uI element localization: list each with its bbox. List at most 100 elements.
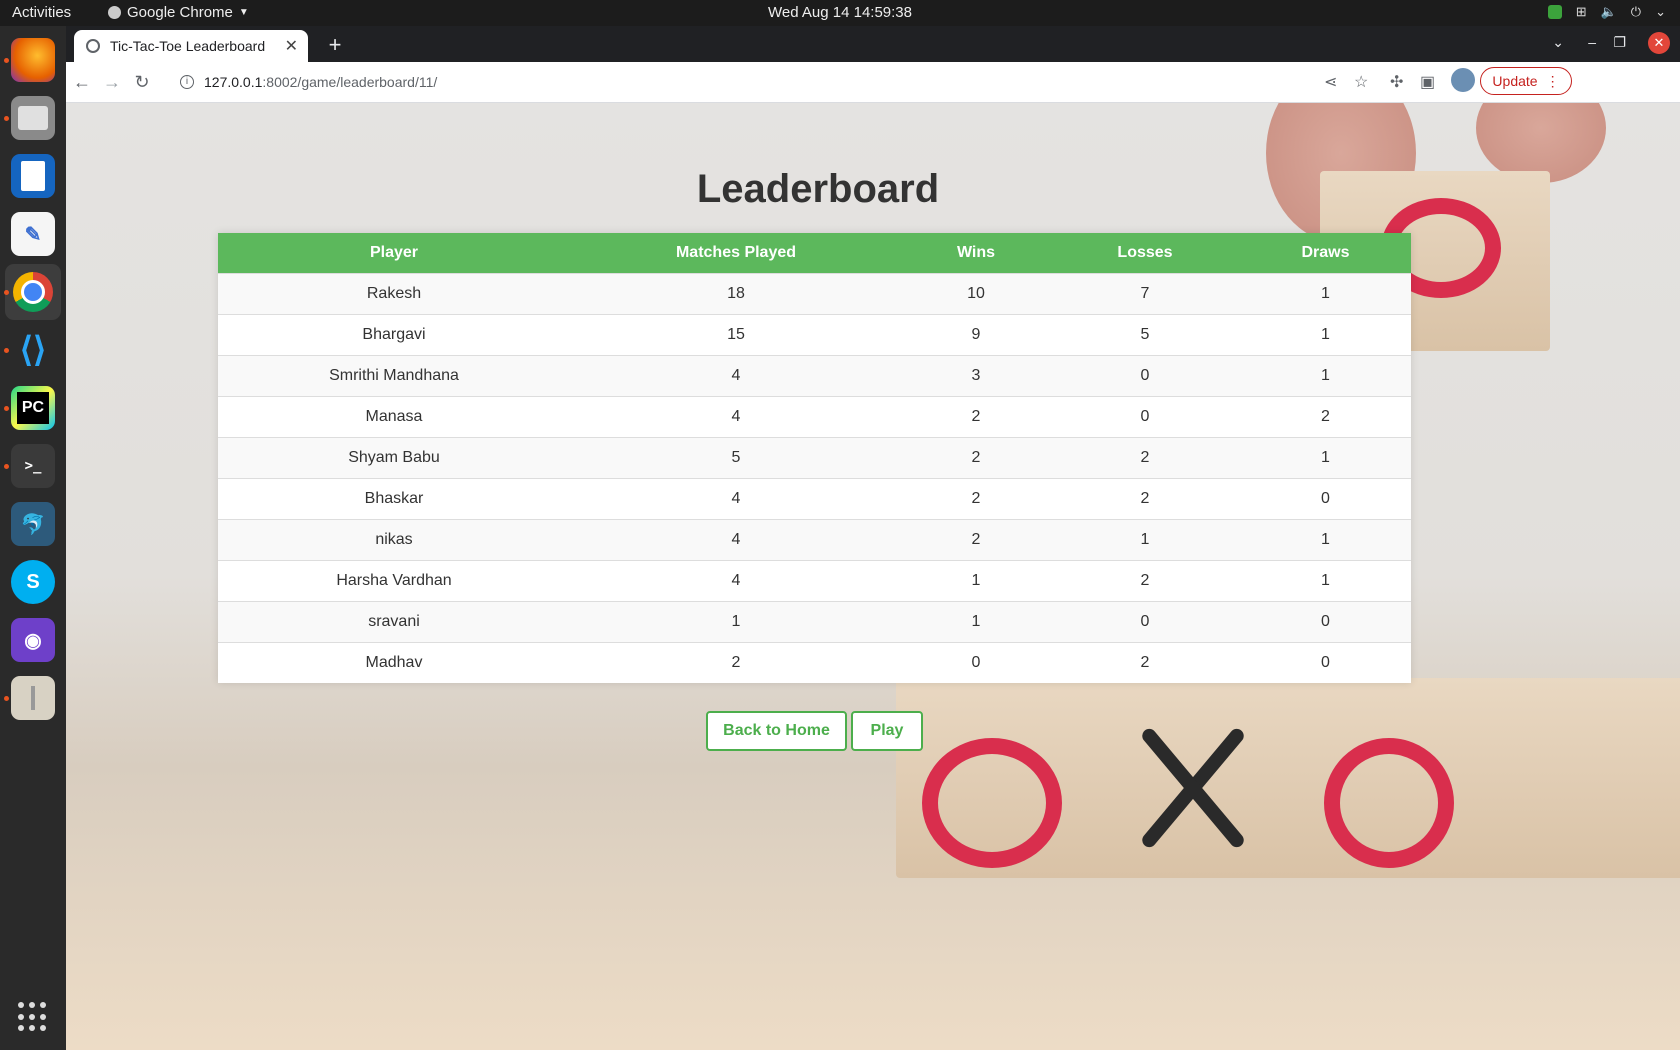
cell-draws: 1 xyxy=(1240,355,1411,397)
active-tab[interactable]: Tic-Tac-Toe Leaderboard ✕ xyxy=(74,30,308,62)
table-row: Rakesh 18 10 7 1 xyxy=(218,273,1411,315)
system-top-bar: Activities Google Chrome ▼ Wed Aug 14 14… xyxy=(0,0,1680,26)
column-header-matches: Matches Played xyxy=(570,233,902,274)
cell-draws: 2 xyxy=(1240,396,1411,438)
cell-player: Rakesh xyxy=(218,273,570,315)
cell-wins: 1 xyxy=(902,560,1050,602)
new-tab-button[interactable]: + xyxy=(322,32,348,58)
chrome-icon[interactable] xyxy=(5,264,61,320)
cell-draws: 0 xyxy=(1240,642,1411,683)
running-indicator xyxy=(4,406,9,411)
app-menu[interactable]: Google Chrome ▼ xyxy=(108,4,249,21)
column-header-player: Player xyxy=(218,233,570,274)
profile-avatar[interactable] xyxy=(1451,68,1475,92)
table-row: Madhav 2 0 2 0 xyxy=(218,642,1411,683)
kebab-menu-icon: ⋮ xyxy=(1545,72,1560,89)
cell-player: Shyam Babu xyxy=(218,437,570,479)
cell-draws: 1 xyxy=(1240,519,1411,561)
cell-losses: 0 xyxy=(1050,601,1240,643)
table-header-row: Player Matches Played Wins Losses Draws xyxy=(218,233,1411,274)
terminal-icon[interactable]: >_ xyxy=(11,444,55,488)
volume-icon[interactable]: 🔈 xyxy=(1601,4,1617,20)
cell-draws: 1 xyxy=(1240,314,1411,356)
cell-matches: 15 xyxy=(570,314,902,356)
cell-matches: 4 xyxy=(570,519,902,561)
minimize-icon[interactable]: – xyxy=(1588,34,1596,50)
forward-arrow-icon[interactable]: → xyxy=(100,70,124,94)
tab-strip: Tic-Tac-Toe Leaderboard ✕ + ⌄ – ❐ ✕ xyxy=(66,26,1680,62)
tab-title: Tic-Tac-Toe Leaderboard xyxy=(110,38,266,54)
clock[interactable]: Wed Aug 14 14:59:38 xyxy=(768,4,912,21)
cell-losses: 1 xyxy=(1050,519,1240,561)
chevron-down-icon[interactable]: ⌄ xyxy=(1655,4,1666,20)
cell-matches: 2 xyxy=(570,642,902,683)
extensions-icon[interactable]: ✣ xyxy=(1390,72,1403,92)
chrome-small-icon xyxy=(108,6,121,19)
restore-icon[interactable]: ❐ xyxy=(1613,34,1626,51)
mysql-workbench-icon[interactable]: 🐬 xyxy=(11,502,55,546)
cell-losses: 0 xyxy=(1050,396,1240,438)
column-header-losses: Losses xyxy=(1050,233,1240,274)
cell-matches: 18 xyxy=(570,273,902,315)
address-bar[interactable]: i 127.0.0.1:8002/game/leaderboard/11/ xyxy=(174,66,1494,98)
cell-losses: 2 xyxy=(1050,560,1240,602)
cell-player: Bhaskar xyxy=(218,478,570,520)
firefox-icon[interactable] xyxy=(11,38,55,82)
dock: ✎ ⟨⟩ PC >_ 🐬 S ◉ xyxy=(0,26,66,1050)
running-indicator xyxy=(4,116,9,121)
table-row: Smrithi Mandhana 4 3 0 1 xyxy=(218,355,1411,397)
cell-matches: 4 xyxy=(570,396,902,438)
side-panel-icon[interactable]: ▣ xyxy=(1420,72,1435,92)
background-o-mark xyxy=(1324,738,1454,868)
skype-icon[interactable]: S xyxy=(11,560,55,604)
pycharm-icon[interactable]: PC xyxy=(11,386,55,430)
writer-icon[interactable] xyxy=(11,154,55,198)
running-indicator xyxy=(4,58,9,63)
browser-toolbar: ← → ↻ i 127.0.0.1:8002/game/leaderboard/… xyxy=(66,62,1680,103)
system-tray[interactable]: ⊞ 🔈 ⏻ ⌄ xyxy=(1547,4,1666,20)
cell-draws: 0 xyxy=(1240,601,1411,643)
cell-losses: 0 xyxy=(1050,355,1240,397)
running-indicator xyxy=(4,348,9,353)
leaderboard-table: Player Matches Played Wins Losses Draws … xyxy=(218,233,1411,683)
play-button[interactable]: Play xyxy=(851,711,923,751)
update-status-icon[interactable] xyxy=(1547,5,1562,19)
cell-matches: 4 xyxy=(570,560,902,602)
table-row: Harsha Vardhan 4 1 2 1 xyxy=(218,560,1411,602)
background-o-mark xyxy=(922,738,1062,868)
cell-wins: 2 xyxy=(902,478,1050,520)
bookmark-star-icon[interactable]: ☆ xyxy=(1354,72,1368,92)
cell-matches: 4 xyxy=(570,478,902,520)
site-info-icon[interactable]: i xyxy=(180,75,194,89)
table-row: nikas 4 2 1 1 xyxy=(218,519,1411,561)
cell-player: nikas xyxy=(218,519,570,561)
network-icon[interactable]: ⊞ xyxy=(1576,4,1587,20)
archive-icon[interactable] xyxy=(11,676,55,720)
text-editor-icon[interactable]: ✎ xyxy=(11,212,55,256)
reload-icon[interactable]: ↻ xyxy=(130,70,154,94)
activities-button[interactable]: Activities xyxy=(12,4,71,21)
share-icon[interactable]: ⋖ xyxy=(1324,72,1337,92)
vscode-icon[interactable]: ⟨⟩ xyxy=(11,328,55,372)
table-row: Bhargavi 15 9 5 1 xyxy=(218,314,1411,356)
tab-close-icon[interactable]: ✕ xyxy=(285,36,298,56)
browser-window: Tic-Tac-Toe Leaderboard ✕ + ⌄ – ❐ ✕ ← → … xyxy=(66,26,1680,1050)
update-button[interactable]: Update ⋮ xyxy=(1480,67,1572,95)
cell-wins: 0 xyxy=(902,642,1050,683)
show-applications-icon[interactable] xyxy=(18,1002,48,1032)
power-icon[interactable]: ⏻ xyxy=(1631,4,1641,20)
caret-down-icon: ▼ xyxy=(238,7,249,18)
cell-draws: 0 xyxy=(1240,478,1411,520)
back-to-home-button[interactable]: Back to Home xyxy=(706,711,847,751)
tab-search-icon[interactable]: ⌄ xyxy=(1552,34,1564,51)
cell-player: sravani xyxy=(218,601,570,643)
files-icon[interactable] xyxy=(11,96,55,140)
cell-losses: 7 xyxy=(1050,273,1240,315)
back-arrow-icon[interactable]: ← xyxy=(70,70,94,94)
cell-wins: 3 xyxy=(902,355,1050,397)
github-desktop-icon[interactable]: ◉ xyxy=(11,618,55,662)
app-menu-label: Google Chrome xyxy=(127,4,233,21)
update-label: Update xyxy=(1492,73,1538,89)
cell-draws: 1 xyxy=(1240,437,1411,479)
window-close-icon[interactable]: ✕ xyxy=(1648,32,1670,54)
